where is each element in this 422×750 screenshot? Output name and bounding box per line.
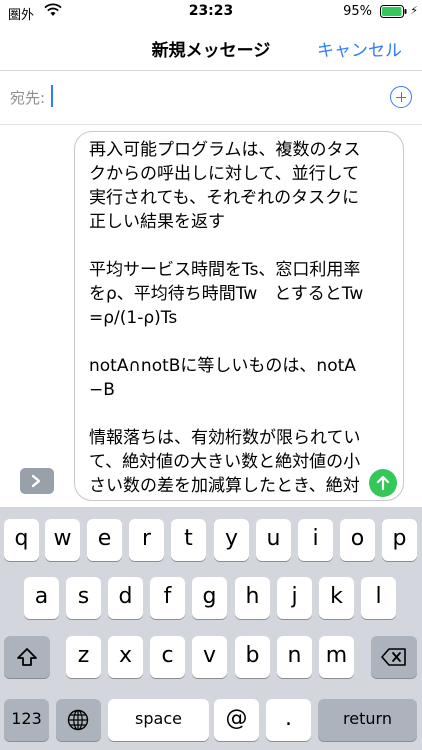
key-x[interactable]: x [108, 636, 143, 678]
key-p[interactable]: p [382, 519, 417, 561]
cancel-button[interactable]: キャンセル [317, 36, 402, 61]
send-button[interactable] [369, 469, 397, 497]
return-key[interactable]: return [318, 699, 417, 741]
key-o[interactable]: o [340, 519, 375, 561]
delete-key[interactable] [371, 636, 417, 678]
key-v[interactable]: v [192, 636, 227, 678]
shift-key[interactable] [4, 636, 50, 678]
battery-icon [380, 5, 408, 22]
key-y[interactable]: y [214, 519, 249, 561]
message-text: 再入可能プログラムは、複数のタスクからの呼出しに対して、並行して実行されても、そ… [89, 140, 364, 496]
message-input[interactable]: 再入可能プログラムは、複数のタスクからの呼出しに対して、並行して実行されても、そ… [74, 131, 404, 501]
at-key[interactable]: @ [214, 699, 259, 741]
globe-icon [67, 709, 89, 731]
key-z[interactable]: z [66, 636, 101, 678]
battery-percent: 95% [343, 4, 372, 19]
key-w[interactable]: w [45, 519, 80, 561]
recipient-input[interactable] [51, 85, 53, 107]
recipient-label: 宛先: [10, 89, 46, 107]
key-m[interactable]: m [319, 636, 354, 678]
key-k[interactable]: k [319, 577, 354, 619]
key-f[interactable]: f [150, 577, 185, 619]
key-r[interactable]: r [129, 519, 164, 561]
recipient-row: 宛先: [0, 70, 422, 125]
key-u[interactable]: u [256, 519, 291, 561]
key-q[interactable]: q [4, 519, 39, 561]
key-d[interactable]: d [108, 577, 143, 619]
key-e[interactable]: e [87, 519, 122, 561]
shift-icon [17, 648, 37, 666]
key-h[interactable]: h [235, 577, 270, 619]
key-g[interactable]: g [192, 577, 227, 619]
key-a[interactable]: a [24, 577, 59, 619]
navigation-bar: 新規メッセージ キャンセル [0, 24, 422, 71]
keyboard: q w e r t y u i o p a s d f g h j k l z … [0, 507, 422, 750]
expand-apps-button[interactable] [20, 468, 54, 494]
globe-key[interactable] [56, 699, 101, 741]
status-bar: 圏外 23:23 95% ⚡ [0, 0, 422, 24]
chevron-right-icon [31, 474, 41, 488]
arrow-up-icon [376, 475, 390, 491]
add-contact-icon[interactable] [390, 86, 412, 108]
numbers-key[interactable]: 123 [4, 699, 49, 741]
key-b[interactable]: b [235, 636, 270, 678]
key-t[interactable]: t [171, 519, 206, 561]
key-n[interactable]: n [277, 636, 312, 678]
key-i[interactable]: i [298, 519, 333, 561]
key-j[interactable]: j [277, 577, 312, 619]
period-key[interactable]: . [266, 699, 311, 741]
key-c[interactable]: c [150, 636, 185, 678]
charging-icon: ⚡ [410, 4, 418, 17]
key-l[interactable]: l [361, 577, 396, 619]
backspace-icon [381, 648, 406, 666]
space-key[interactable]: space [108, 699, 209, 741]
key-s[interactable]: s [66, 577, 101, 619]
